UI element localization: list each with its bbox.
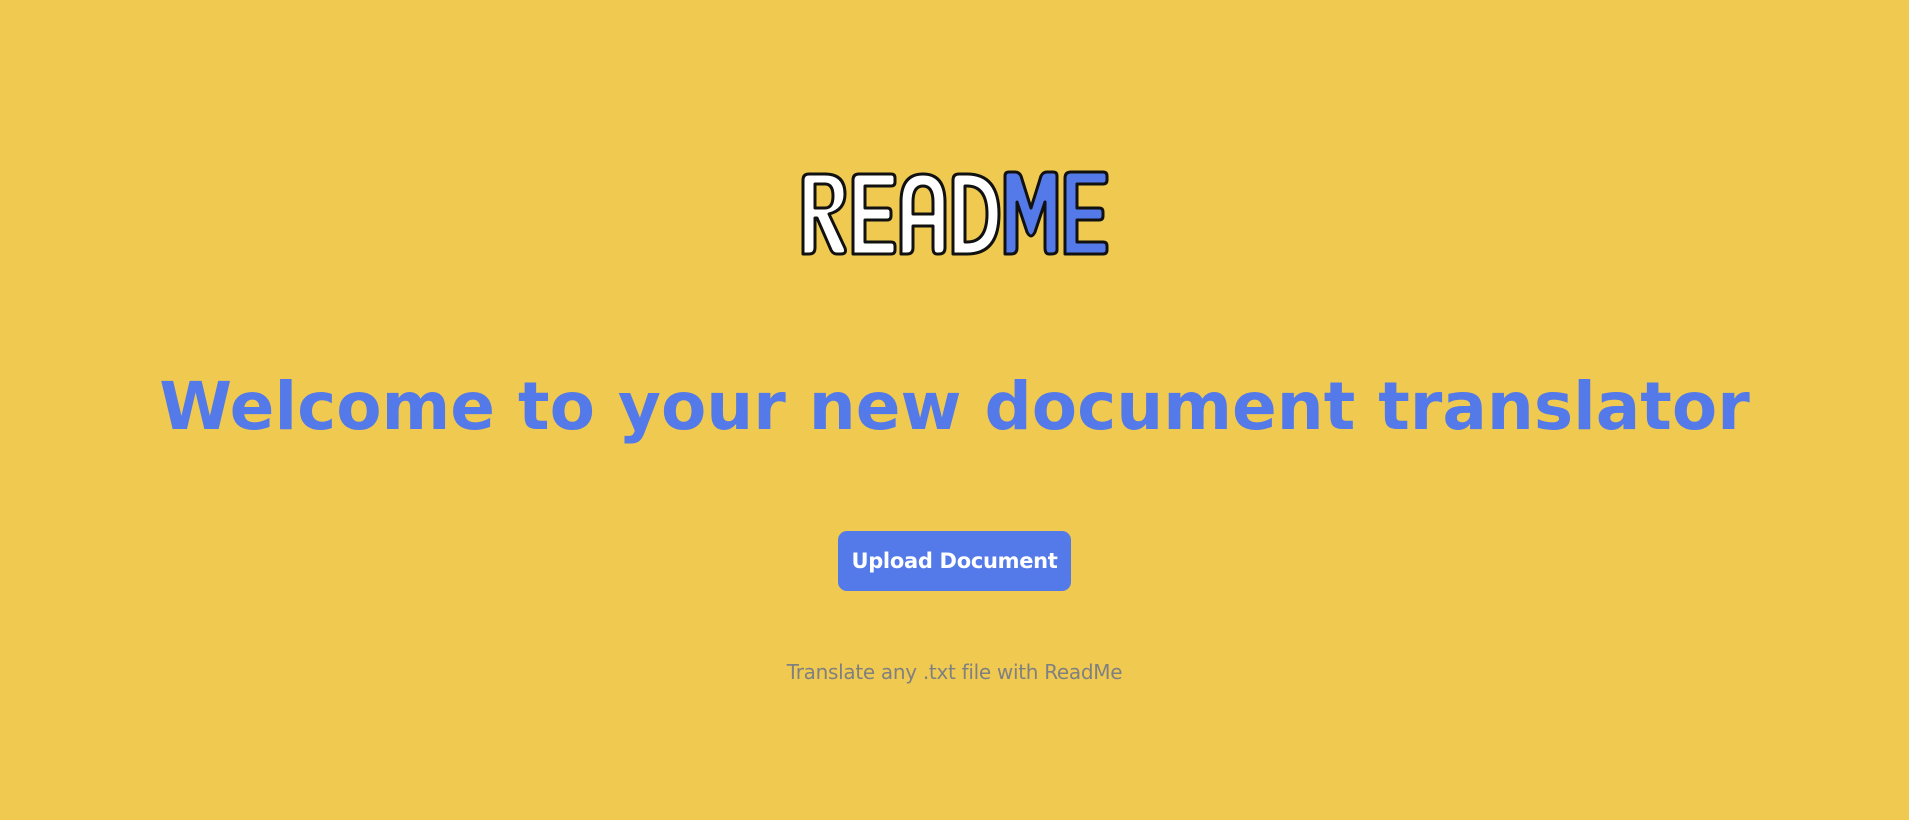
logo-letter-e	[851, 172, 896, 256]
landing-page: Welcome to your new document translator …	[0, 0, 1909, 820]
logo-letter-d	[951, 172, 1000, 256]
tagline-text: Translate any .txt file with ReadMe	[786, 660, 1123, 684]
readme-logo	[0, 168, 1909, 260]
upload-document-button[interactable]: Upload Document	[838, 531, 1071, 591]
logo-letter-a	[899, 172, 946, 256]
logo-letter-r	[801, 172, 847, 256]
page-title: Welcome to your new document translator	[159, 368, 1750, 445]
readme-logo-graphic	[801, 170, 1108, 256]
logo-letter-e2	[1063, 170, 1108, 256]
logo-letter-m	[1003, 170, 1058, 256]
